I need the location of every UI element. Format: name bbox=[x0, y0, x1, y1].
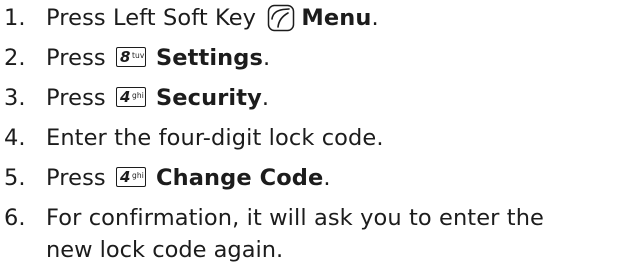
step-3: 3. Press 4 ghi Security. bbox=[0, 82, 269, 115]
key-digit: 4 bbox=[119, 168, 131, 186]
key-letters: tuv bbox=[131, 51, 145, 60]
step-text: Press bbox=[46, 165, 106, 191]
step-punct: . bbox=[323, 165, 331, 191]
step-number: 2. bbox=[4, 45, 26, 71]
step-text: Enter the four-digit lock code. bbox=[46, 125, 384, 151]
step-text: Press bbox=[46, 45, 106, 71]
key-letters: ghi bbox=[131, 91, 144, 100]
step-number: 3. bbox=[4, 85, 26, 111]
key-digit: 8 bbox=[119, 48, 131, 66]
step-punct: . bbox=[263, 45, 271, 71]
keypad-4-icon: 4 ghi bbox=[115, 167, 146, 187]
step-number: 4. bbox=[4, 125, 26, 151]
key-letters: ghi bbox=[131, 171, 144, 180]
step-6: 6. For confirmation, it will ask you to e… bbox=[0, 202, 544, 235]
step-text: Press Left Soft Key bbox=[46, 5, 257, 31]
security-label: Security bbox=[155, 85, 262, 111]
step-5: 5. Press 4 ghi Change Code. bbox=[0, 162, 331, 195]
change-code-label: Change Code bbox=[155, 165, 324, 191]
instruction-steps: 1. Press Left Soft Key Menu. 2. Press 8 tuv… bbox=[0, 0, 617, 272]
left-soft-key-icon bbox=[268, 4, 295, 32]
settings-label: Settings bbox=[155, 45, 263, 71]
keypad-8-icon: 8 tuv bbox=[115, 47, 146, 67]
step-6-continuation: new lock code again. bbox=[46, 237, 284, 263]
key-digit: 4 bbox=[119, 88, 131, 106]
menu-label: Menu bbox=[301, 5, 372, 31]
keypad-4-icon: 4 ghi bbox=[115, 87, 146, 107]
step-1: 1. Press Left Soft Key Menu. bbox=[0, 2, 379, 35]
step-4: 4. Enter the four-digit lock code. bbox=[0, 122, 384, 155]
step-number: 1. bbox=[4, 5, 26, 31]
step-text: Press bbox=[46, 85, 106, 111]
step-punct: . bbox=[371, 5, 379, 31]
step-2: 2. Press 8 tuv Settings. bbox=[0, 42, 270, 75]
step-punct: . bbox=[261, 85, 270, 111]
step-number: 6. bbox=[4, 205, 26, 231]
step-number: 5. bbox=[4, 165, 26, 191]
step-text: For confirmation, it will ask you to ent… bbox=[46, 205, 544, 231]
